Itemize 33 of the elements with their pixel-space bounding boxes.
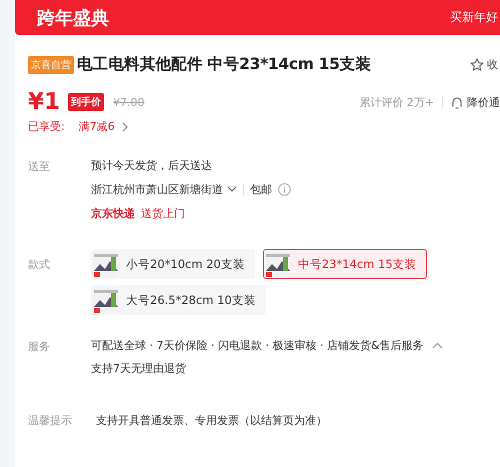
address-dropdown[interactable]: 浙江杭州市萧山区新塘街道 xyxy=(91,182,237,197)
delivery-estimate: 预计今天发货，后天送达 xyxy=(91,159,213,172)
variant-option[interactable]: 中号23*14cm 15支装 xyxy=(262,249,427,279)
current-price: ¥1 xyxy=(28,89,60,115)
favorite-button[interactable]: 收 xyxy=(470,57,500,72)
shipping-text: 包邮 xyxy=(250,183,272,196)
delivery-service: 送货上门 xyxy=(141,207,185,220)
price-alert-button[interactable]: 降价通 xyxy=(451,94,500,110)
store-badge: 京喜自营 xyxy=(28,56,74,74)
product-title: 电工电料其他配件 中号23*14cm 15支装 xyxy=(77,54,372,75)
section-label: 服务 xyxy=(28,339,51,355)
section-label: 温馨提示 xyxy=(28,413,73,428)
chevron-right-icon xyxy=(120,122,129,132)
carrier-text: 京东快递 xyxy=(91,207,135,220)
promo-text: 买新年好 xyxy=(450,9,499,26)
star-icon xyxy=(470,58,484,72)
original-price: ¥7.00 xyxy=(113,96,145,108)
review-count: 累计评价 2万+ xyxy=(359,94,434,110)
discount-label: 已享受: xyxy=(28,119,65,134)
service-list: 可配送全球 · 7天价保险 · 闪电退款 · 极速审核 · 店铺发货&售后服务 xyxy=(91,339,424,352)
section-label: 送至 xyxy=(28,159,51,175)
discount-link[interactable]: 满7减6 xyxy=(78,119,129,134)
price-tag: 到手价 xyxy=(68,93,104,111)
chevron-up-icon[interactable] xyxy=(432,342,443,349)
variant-option[interactable]: 大号26.5*28cm 10支装 xyxy=(91,285,266,315)
banner-title: 跨年盛典 xyxy=(37,6,109,30)
tip-text: 支持开具普通发票、专用发票（以结算页为准） xyxy=(96,413,327,428)
section-label: 款式 xyxy=(28,257,51,273)
service-detail: 支持7天无理由退货 xyxy=(91,362,187,375)
variant-option[interactable]: 小号20*10cm 20支装 xyxy=(91,249,255,279)
chevron-down-icon xyxy=(227,186,237,193)
bell-icon xyxy=(451,96,463,108)
info-icon[interactable] xyxy=(278,183,291,196)
